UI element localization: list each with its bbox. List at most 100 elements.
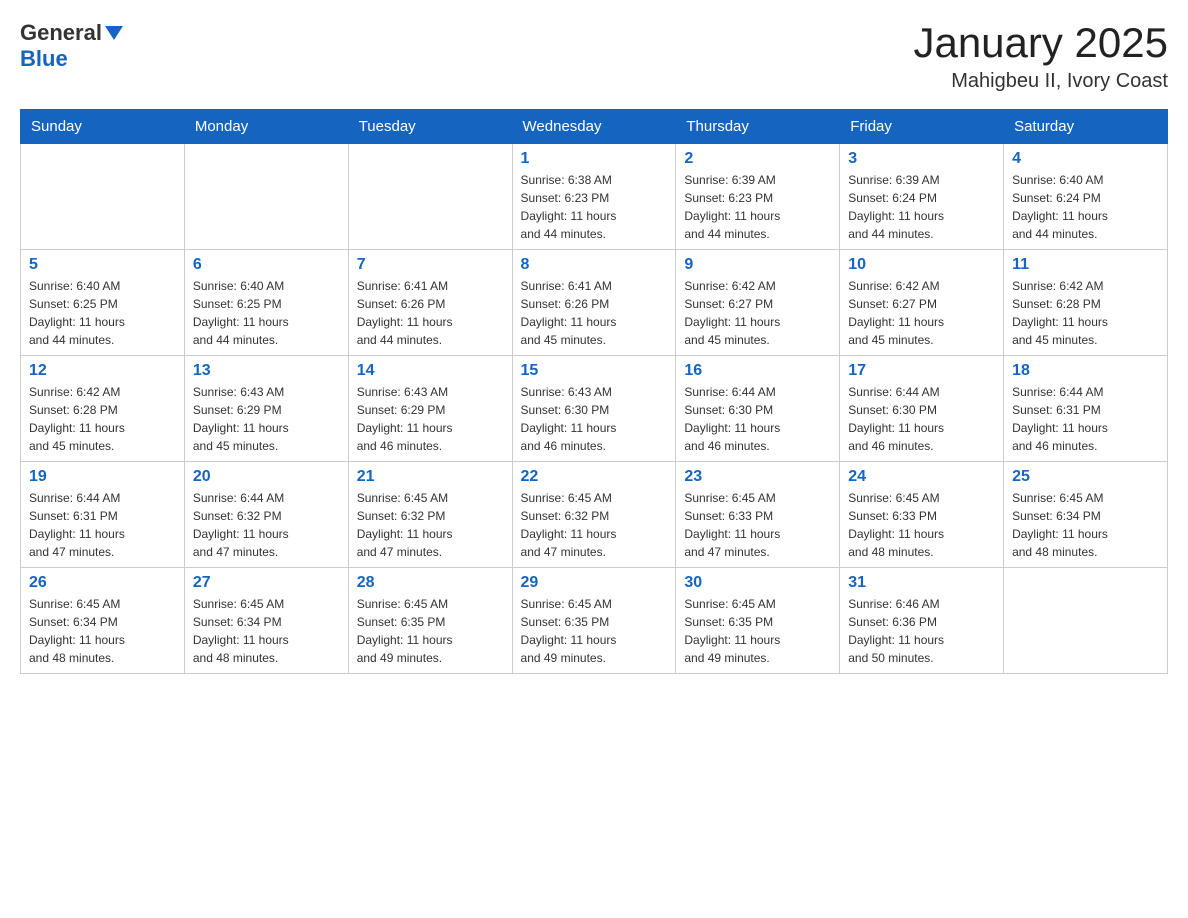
calendar-cell — [348, 144, 512, 250]
calendar-cell: 29 Sunrise: 6:45 AM Sunset: 6:35 PM Dayli… — [512, 568, 676, 674]
calendar-title: January 2025 — [913, 20, 1168, 66]
day-number: 25 — [1012, 468, 1159, 486]
calendar-cell: 28Sunrise: 6:45 AM Sunset: 6:35 PM Dayli… — [348, 568, 512, 674]
day-info: Sunrise: 6:45 AM Sunset: 6:35 PM Dayligh… — [684, 595, 831, 667]
day-number: 4 — [1012, 150, 1159, 168]
day-header-friday: Friday — [840, 110, 1004, 144]
day-number: 16 — [684, 362, 831, 380]
day-number: 11 — [1012, 256, 1159, 274]
day-header-saturday: Saturday — [1004, 110, 1168, 144]
day-info: Sunrise: 6:45 AM Sunset: 6:33 PM Dayligh… — [684, 489, 831, 561]
day-info: Sunrise: 6:38 AM Sunset: 6:23 PM Dayligh… — [521, 171, 668, 243]
day-info: Sunrise: 6:42 AM Sunset: 6:28 PM Dayligh… — [1012, 277, 1159, 349]
logo-general-text: General — [20, 20, 102, 46]
calendar-cell: 22 Sunrise: 6:45 AM Sunset: 6:32 PM Dayli… — [512, 462, 676, 568]
day-number: 3 — [848, 150, 995, 168]
day-number: 31 — [848, 574, 995, 592]
day-number: 18 — [1012, 362, 1159, 380]
day-number: 6 — [193, 256, 340, 274]
day-number: 30 — [684, 574, 831, 592]
day-header-wednesday: Wednesday — [512, 110, 676, 144]
title-block: January 2025 Mahigbeu II, Ivory Coast — [913, 20, 1168, 93]
calendar-cell: 6 Sunrise: 6:40 AM Sunset: 6:25 PM Daylig… — [184, 250, 348, 356]
day-info: Sunrise: 6:41 AM Sunset: 6:26 PM Dayligh… — [521, 277, 668, 349]
calendar-cell: 19 Sunrise: 6:44 AM Sunset: 6:31 PM Dayli… — [21, 462, 185, 568]
day-number: 14 — [357, 362, 504, 380]
day-number: 8 — [521, 256, 668, 274]
calendar-subtitle: Mahigbeu II, Ivory Coast — [913, 70, 1168, 93]
calendar-cell: 11 Sunrise: 6:42 AM Sunset: 6:28 PM Dayli… — [1004, 250, 1168, 356]
day-info: Sunrise: 6:42 AM Sunset: 6:28 PM Dayligh… — [29, 383, 176, 455]
calendar-week-row: 12 Sunrise: 6:42 AM Sunset: 6:28 PM Dayli… — [21, 356, 1168, 462]
day-info: Sunrise: 6:44 AM Sunset: 6:32 PM Dayligh… — [193, 489, 340, 561]
day-info: Sunrise: 6:43 AM Sunset: 6:29 PM Dayligh… — [193, 383, 340, 455]
calendar-week-row: 19 Sunrise: 6:44 AM Sunset: 6:31 PM Dayli… — [21, 462, 1168, 568]
calendar-header-row: SundayMondayTuesdayWednesdayThursdayFrid… — [21, 110, 1168, 144]
calendar-cell: 16Sunrise: 6:44 AM Sunset: 6:30 PM Dayli… — [676, 356, 840, 462]
day-number: 24 — [848, 468, 995, 486]
day-info: Sunrise: 6:44 AM Sunset: 6:30 PM Dayligh… — [848, 383, 995, 455]
day-number: 9 — [684, 256, 831, 274]
day-info: Sunrise: 6:42 AM Sunset: 6:27 PM Dayligh… — [684, 277, 831, 349]
day-info: Sunrise: 6:43 AM Sunset: 6:30 PM Dayligh… — [521, 383, 668, 455]
calendar-cell: 21 Sunrise: 6:45 AM Sunset: 6:32 PM Dayli… — [348, 462, 512, 568]
calendar-cell — [184, 144, 348, 250]
day-number: 12 — [29, 362, 176, 380]
calendar-cell: 31 Sunrise: 6:46 AM Sunset: 6:36 PM Dayli… — [840, 568, 1004, 674]
calendar-cell: 3 Sunrise: 6:39 AM Sunset: 6:24 PM Daylig… — [840, 144, 1004, 250]
calendar-cell — [21, 144, 185, 250]
calendar-cell: 17 Sunrise: 6:44 AM Sunset: 6:30 PM Dayli… — [840, 356, 1004, 462]
day-number: 19 — [29, 468, 176, 486]
day-info: Sunrise: 6:46 AM Sunset: 6:36 PM Dayligh… — [848, 595, 995, 667]
calendar-cell: 24 Sunrise: 6:45 AM Sunset: 6:33 PM Dayli… — [840, 462, 1004, 568]
day-header-monday: Monday — [184, 110, 348, 144]
day-info: Sunrise: 6:42 AM Sunset: 6:27 PM Dayligh… — [848, 277, 995, 349]
day-info: Sunrise: 6:45 AM Sunset: 6:34 PM Dayligh… — [193, 595, 340, 667]
calendar-cell: 1 Sunrise: 6:38 AM Sunset: 6:23 PM Daylig… — [512, 144, 676, 250]
day-info: Sunrise: 6:45 AM Sunset: 6:35 PM Dayligh… — [357, 595, 504, 667]
calendar-cell: 25 Sunrise: 6:45 AM Sunset: 6:34 PM Dayli… — [1004, 462, 1168, 568]
day-number: 5 — [29, 256, 176, 274]
day-info: Sunrise: 6:40 AM Sunset: 6:24 PM Dayligh… — [1012, 171, 1159, 243]
calendar-cell: 2Sunrise: 6:39 AM Sunset: 6:23 PM Daylig… — [676, 144, 840, 250]
day-number: 17 — [848, 362, 995, 380]
calendar-cell: 12 Sunrise: 6:42 AM Sunset: 6:28 PM Dayli… — [21, 356, 185, 462]
page-header: General Blue January 2025 Mahigbeu II, I… — [20, 20, 1168, 93]
day-info: Sunrise: 6:43 AM Sunset: 6:29 PM Dayligh… — [357, 383, 504, 455]
calendar-cell: 14 Sunrise: 6:43 AM Sunset: 6:29 PM Dayli… — [348, 356, 512, 462]
day-number: 29 — [521, 574, 668, 592]
calendar-cell: 18Sunrise: 6:44 AM Sunset: 6:31 PM Dayli… — [1004, 356, 1168, 462]
calendar-cell: 10 Sunrise: 6:42 AM Sunset: 6:27 PM Dayli… — [840, 250, 1004, 356]
calendar-cell: 27 Sunrise: 6:45 AM Sunset: 6:34 PM Dayli… — [184, 568, 348, 674]
day-header-tuesday: Tuesday — [348, 110, 512, 144]
day-info: Sunrise: 6:45 AM Sunset: 6:32 PM Dayligh… — [357, 489, 504, 561]
day-number: 1 — [521, 150, 668, 168]
logo-triangle-icon — [105, 24, 123, 42]
day-info: Sunrise: 6:45 AM Sunset: 6:35 PM Dayligh… — [521, 595, 668, 667]
day-info: Sunrise: 6:40 AM Sunset: 6:25 PM Dayligh… — [193, 277, 340, 349]
logo-blue-text: Blue — [20, 46, 68, 72]
calendar-cell: 4 Sunrise: 6:40 AM Sunset: 6:24 PM Daylig… — [1004, 144, 1168, 250]
calendar-cell: 9 Sunrise: 6:42 AM Sunset: 6:27 PM Daylig… — [676, 250, 840, 356]
calendar-cell: 26Sunrise: 6:45 AM Sunset: 6:34 PM Dayli… — [21, 568, 185, 674]
day-number: 23 — [684, 468, 831, 486]
day-header-sunday: Sunday — [21, 110, 185, 144]
day-number: 21 — [357, 468, 504, 486]
logo: General Blue — [20, 20, 123, 72]
calendar-cell: 15Sunrise: 6:43 AM Sunset: 6:30 PM Dayli… — [512, 356, 676, 462]
day-number: 2 — [684, 150, 831, 168]
day-info: Sunrise: 6:41 AM Sunset: 6:26 PM Dayligh… — [357, 277, 504, 349]
calendar-cell: 30 Sunrise: 6:45 AM Sunset: 6:35 PM Dayli… — [676, 568, 840, 674]
day-number: 10 — [848, 256, 995, 274]
calendar-week-row: 26Sunrise: 6:45 AM Sunset: 6:34 PM Dayli… — [21, 568, 1168, 674]
day-info: Sunrise: 6:39 AM Sunset: 6:24 PM Dayligh… — [848, 171, 995, 243]
day-info: Sunrise: 6:45 AM Sunset: 6:32 PM Dayligh… — [521, 489, 668, 561]
calendar-cell: 20Sunrise: 6:44 AM Sunset: 6:32 PM Dayli… — [184, 462, 348, 568]
day-number: 27 — [193, 574, 340, 592]
day-info: Sunrise: 6:40 AM Sunset: 6:25 PM Dayligh… — [29, 277, 176, 349]
day-info: Sunrise: 6:45 AM Sunset: 6:33 PM Dayligh… — [848, 489, 995, 561]
calendar-week-row: 1 Sunrise: 6:38 AM Sunset: 6:23 PM Daylig… — [21, 144, 1168, 250]
day-info: Sunrise: 6:45 AM Sunset: 6:34 PM Dayligh… — [1012, 489, 1159, 561]
day-info: Sunrise: 6:44 AM Sunset: 6:31 PM Dayligh… — [29, 489, 176, 561]
day-number: 22 — [521, 468, 668, 486]
